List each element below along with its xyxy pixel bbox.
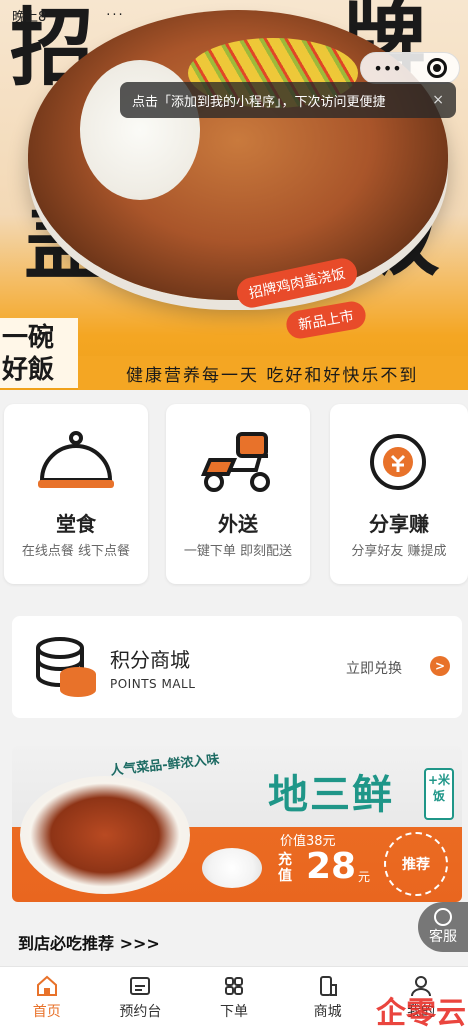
coin-stack-icon [36, 637, 96, 697]
points-mall-subtitle: POINTS MALL [110, 677, 196, 691]
dish-plate-image [20, 776, 190, 894]
share-earn-subtitle: 分享好友 赚提成 [351, 544, 447, 559]
tab-order[interactable]: 下单 [187, 967, 281, 1033]
headset-icon [434, 908, 452, 926]
tab-order-label: 下单 [219, 1004, 248, 1020]
chevron-right-icon[interactable]: > [430, 656, 450, 676]
add-to-miniprogram-toast[interactable]: 点击「添加到我的小程序」，下次访问更便捷 × [120, 82, 456, 118]
status-time: 晚上8 [12, 9, 47, 25]
dine-in-subtitle: 在线点餐 线下点餐 [21, 544, 131, 559]
slogan-bar: 健康营养每一天 吃好和好快乐不到 [78, 356, 468, 390]
points-mall-title: 积分商城 [110, 648, 190, 672]
cloche-icon [38, 431, 114, 488]
promo-addon: +米饭 [424, 768, 454, 820]
customer-service-label: 客服 [429, 929, 457, 945]
tab-shop[interactable]: 商城 [281, 967, 375, 1033]
toast-close-icon[interactable]: × [432, 92, 444, 108]
more-icon[interactable]: ••• [373, 59, 401, 78]
close-miniprogram-icon[interactable] [426, 58, 447, 78]
share-money-icon [370, 434, 426, 490]
promo-banner[interactable]: 人气菜品-鲜浓入味 地三鲜 +米饭 价值38元 充值 28 元 推荐 [12, 746, 462, 902]
new-product-tag: 新品上市 [284, 299, 368, 341]
customer-service-button[interactable]: 客服 [418, 902, 468, 952]
toast-text: 点击「添加到我的小程序」，下次访问更便捷 [132, 94, 386, 110]
redeem-now-link[interactable]: 立即兑换 [346, 658, 402, 678]
status-bar: 晚上8 ··· [0, 0, 468, 30]
promo-price-unit: 元 [358, 870, 371, 884]
promo-price: 28 [306, 846, 357, 887]
scooter-icon [200, 432, 270, 492]
promo-price-label: 充值 [278, 852, 292, 884]
promo-tagline: 人气菜品-鲜浓入味 [109, 752, 221, 779]
grid-icon [224, 977, 243, 995]
share-earn-title: 分享赚 [369, 512, 429, 536]
watermark-logo: 企零云 [376, 996, 466, 1031]
shop-icon [319, 976, 337, 996]
calendar-icon [130, 977, 151, 995]
delivery-title: 外送 [218, 512, 258, 536]
promo-dish-name: 地三鲜 [268, 771, 394, 818]
rice-image [80, 60, 200, 200]
tab-shop-label: 商城 [313, 1004, 342, 1020]
one-bowl-label: 一碗好飯 [0, 318, 78, 388]
delivery-subtitle: 一键下单 即刻配送 [183, 544, 293, 559]
home-icon [36, 975, 57, 996]
rice-bowl-image [202, 848, 262, 888]
status-dots: ··· [106, 7, 125, 23]
recommendations-heading[interactable]: 到店必吃推荐 >>> [18, 930, 160, 954]
points-mall-card[interactable]: 积分商城 POINTS MALL 立即兑换 > [12, 616, 462, 718]
delivery-card[interactable]: 外送 一键下单 即刻配送 [166, 404, 310, 584]
share-earn-card[interactable]: 分享赚 分享好友 赚提成 [330, 404, 468, 584]
tab-reservation[interactable]: 预约台 [94, 967, 188, 1033]
miniprogram-capsule[interactable]: ••• [360, 52, 460, 84]
dine-in-card[interactable]: 堂食 在线点餐 线下点餐 [4, 404, 148, 584]
hero-banner[interactable]: 晚上8 ··· 招 牌 盖 饭 ••• 点击「添加到我的小程序」，下次访问更便捷… [0, 0, 468, 390]
tab-home[interactable]: 首页 [0, 967, 94, 1033]
dine-in-title: 堂食 [56, 512, 96, 536]
recommend-seal: 推荐 [384, 832, 448, 896]
tab-home-label: 首页 [32, 1004, 61, 1020]
tab-reservation-label: 预约台 [119, 1004, 162, 1020]
